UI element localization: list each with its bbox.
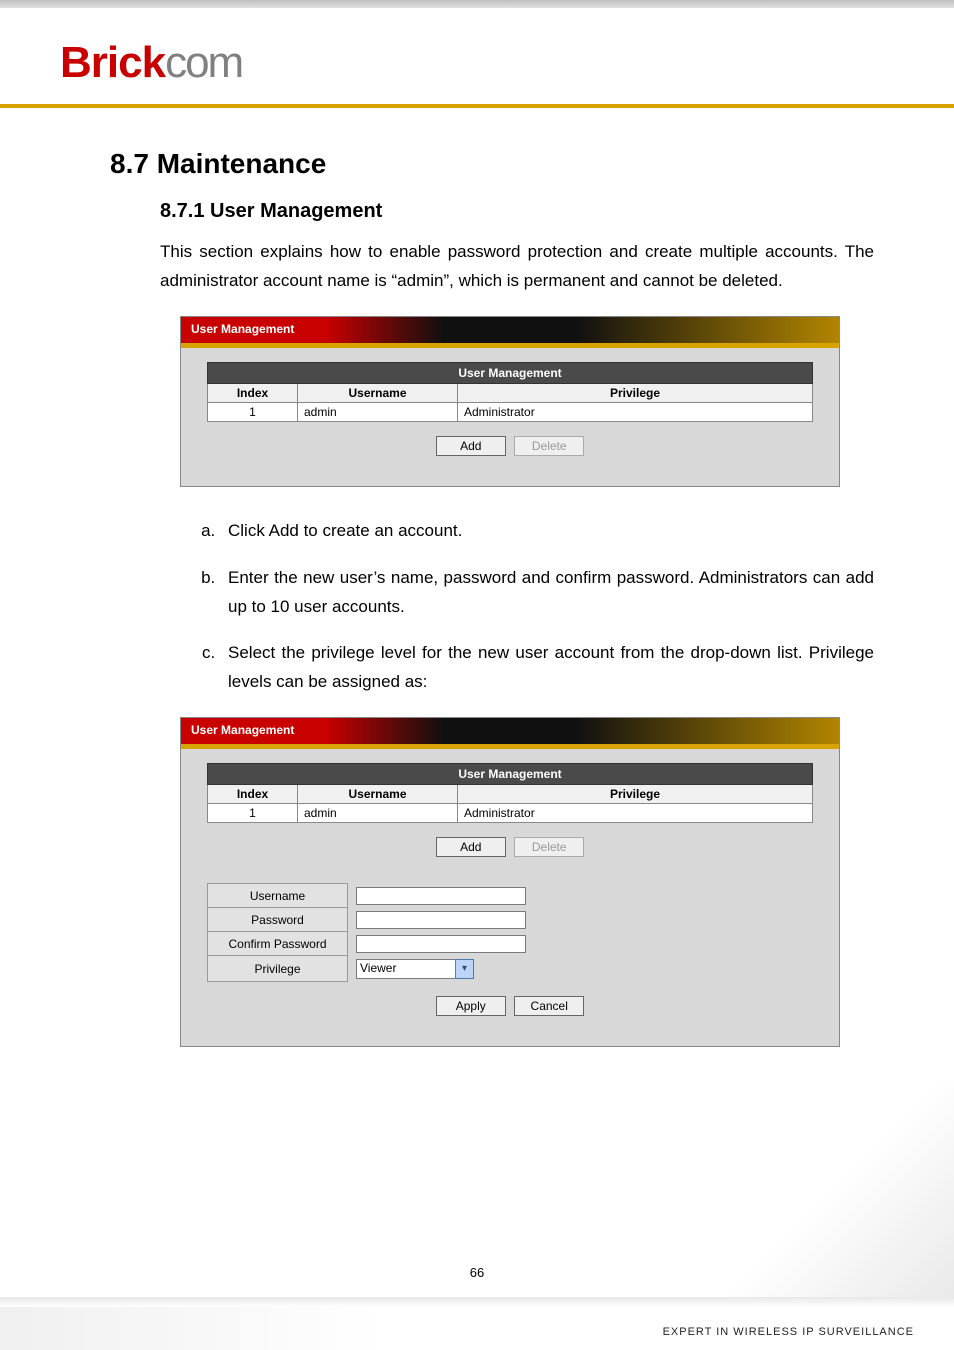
heading-maintenance: 8.7 Maintenance — [110, 148, 874, 180]
privilege-select[interactable]: Viewer ▾ — [356, 959, 474, 979]
password-field[interactable] — [356, 911, 526, 929]
delete-button: Delete — [514, 436, 584, 456]
user-table: User Management Index Username Privilege… — [207, 362, 813, 422]
cell-privilege: Administrator — [458, 402, 813, 421]
panel-title-2: User Management — [181, 718, 839, 744]
panel-screenshot-1: User Management User Management Index Us… — [180, 316, 854, 487]
add-user-form: Username Password Confirm Password Privi… — [207, 883, 535, 982]
col-privilege-2: Privilege — [458, 785, 813, 804]
page-content: 8.7 Maintenance 8.7.1 User Management Th… — [0, 108, 954, 1047]
intro-paragraph: This section explains how to enable pass… — [160, 238, 874, 296]
chevron-down-icon: ▾ — [456, 959, 474, 979]
delete-button-2: Delete — [514, 837, 584, 857]
col-index-2: Index — [208, 785, 298, 804]
table-row[interactable]: 1 admin Administrator — [208, 804, 813, 823]
col-index: Index — [208, 383, 298, 402]
apply-button[interactable]: Apply — [436, 996, 506, 1016]
table-group-header-2: User Management — [208, 764, 813, 785]
cell-index-2: 1 — [208, 804, 298, 823]
cell-username-2: admin — [298, 804, 458, 823]
steps-list: Click Add to create an account. Enter th… — [220, 517, 874, 697]
username-field[interactable] — [356, 887, 526, 905]
footer-bar: EXPERT IN WIRELESS IP SURVEILLANCE — [0, 1304, 954, 1350]
cancel-button[interactable]: Cancel — [514, 996, 584, 1016]
brand-bar: Brickcom — [0, 8, 954, 108]
step-c: Select the privilege level for the new u… — [220, 639, 874, 697]
col-username: Username — [298, 383, 458, 402]
cell-privilege-2: Administrator — [458, 804, 813, 823]
cell-index: 1 — [208, 402, 298, 421]
confirm-password-field[interactable] — [356, 935, 526, 953]
add-button-2[interactable]: Add — [436, 837, 506, 857]
user-table-2: User Management Index Username Privilege… — [207, 763, 813, 823]
brand-brick: Brick — [60, 38, 165, 87]
col-username-2: Username — [298, 785, 458, 804]
heading-user-management: 8.7.1 User Management — [160, 200, 874, 223]
table-group-header: User Management — [208, 362, 813, 383]
table-row[interactable]: 1 admin Administrator — [208, 402, 813, 421]
step-a: Click Add to create an account. — [220, 517, 874, 546]
privilege-selected-value: Viewer — [356, 959, 456, 979]
page-number: 66 — [0, 1265, 954, 1280]
add-button[interactable]: Add — [436, 436, 506, 456]
label-password: Password — [208, 908, 348, 932]
page-top-strip — [0, 0, 954, 8]
step-b: Enter the new user’s name, password and … — [220, 564, 874, 622]
panel-title: User Management — [181, 317, 839, 343]
label-username: Username — [208, 884, 348, 908]
footer-text: EXPERT IN WIRELESS IP SURVEILLANCE — [663, 1326, 914, 1338]
label-confirm-password: Confirm Password — [208, 932, 348, 956]
brand-com: com — [165, 38, 242, 87]
col-privilege: Privilege — [458, 383, 813, 402]
cell-username: admin — [298, 402, 458, 421]
panel-screenshot-2: User Management User Management Index Us… — [180, 717, 854, 1047]
label-privilege: Privilege — [208, 956, 348, 982]
